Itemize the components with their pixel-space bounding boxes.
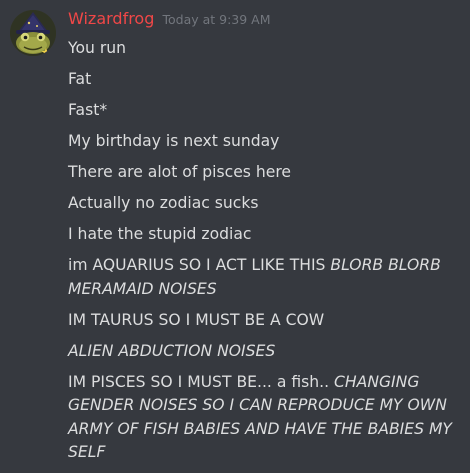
message-text: I hate the stupid zodiac bbox=[68, 225, 252, 243]
message-text: There are alot of pisces here bbox=[68, 163, 292, 181]
username[interactable]: Wizardfrog bbox=[68, 9, 154, 28]
message-text: IM TAURUS SO I MUST BE A COW bbox=[68, 310, 325, 329]
message-text: Fast* bbox=[68, 101, 108, 119]
message-text: My birthday is next sunday bbox=[68, 132, 280, 150]
italic-text: ALIEN ABDUCTION NOISES bbox=[68, 341, 276, 360]
message-text: Fat bbox=[68, 70, 92, 88]
message-header: Wizardfrog Today at 9:39 AM bbox=[68, 9, 271, 35]
message-text: im AQUARIUS SO I ACT LIKE THIS BLORB BLO… bbox=[68, 256, 441, 298]
message-text: You run bbox=[68, 39, 127, 57]
frog-wizard-avatar-icon[interactable] bbox=[10, 10, 56, 56]
message-text: ALIEN ABDUCTION NOISES bbox=[68, 340, 460, 364]
avatar-image bbox=[10, 10, 56, 56]
message-list: You run Fat Fast* My birthday is next su… bbox=[68, 37, 460, 472]
message-group: Wizardfrog Today at 9:39 AM You run Fat … bbox=[0, 0, 470, 473]
message-text: Actually no zodiac sucks bbox=[68, 194, 259, 212]
message-text: IM PISCES SO I MUST BE... a fish.. CHANG… bbox=[68, 372, 452, 462]
timestamp: Today at 9:39 AM bbox=[162, 12, 271, 27]
